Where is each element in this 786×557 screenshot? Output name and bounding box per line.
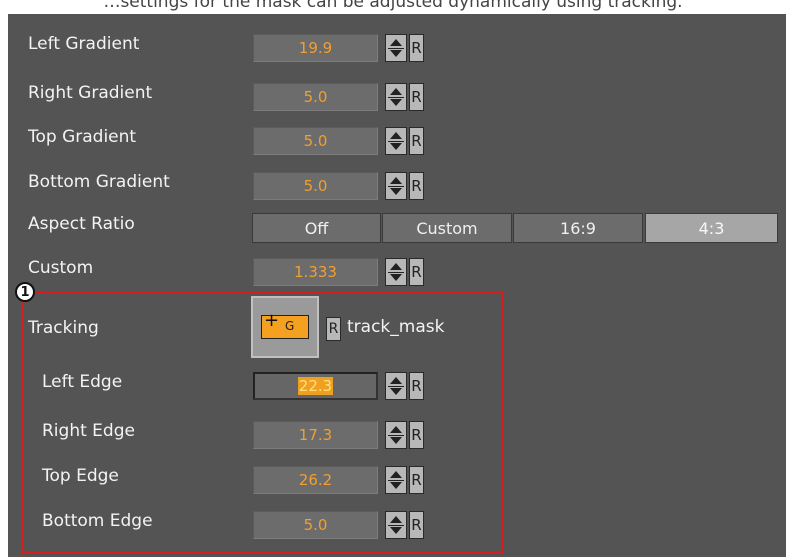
bottom-gradient-label: Bottom Gradient [28, 172, 170, 192]
top-gradient-reset-button[interactable]: R [409, 127, 424, 155]
row-left-gradient: Left Gradient 19.9 R [8, 28, 786, 64]
arrow-up-icon [390, 88, 402, 95]
right-gradient-field[interactable]: 5.0 [253, 83, 378, 111]
arrow-up-icon [390, 132, 402, 139]
arrow-up-icon [390, 177, 402, 184]
arrow-down-icon [390, 274, 402, 281]
row-right-gradient: Right Gradient 5.0 R [8, 77, 786, 113]
arrow-down-icon [390, 50, 402, 57]
callout-badge: 1 [15, 282, 35, 302]
row-aspect-ratio: Aspect Ratio Off Custom 16:9 4:3 [8, 208, 786, 244]
bottom-gradient-spinner[interactable] [385, 172, 407, 200]
tracking-highlight-box [22, 292, 503, 554]
divider [388, 272, 404, 273]
custom-ratio-spinner[interactable] [385, 258, 407, 286]
divider [388, 48, 404, 49]
caption-text: …settings for the mask can be adjusted d… [103, 0, 683, 12]
bottom-gradient-reset-button[interactable]: R [409, 172, 424, 200]
aspect-option-16-9[interactable]: 16:9 [513, 213, 643, 243]
divider [388, 141, 404, 142]
row-top-gradient: Top Gradient 5.0 R [8, 121, 786, 157]
aspect-ratio-label: Aspect Ratio [28, 214, 135, 234]
arrow-up-icon [390, 263, 402, 270]
left-gradient-spinner[interactable] [385, 34, 407, 62]
top-gradient-field[interactable]: 5.0 [253, 127, 378, 155]
custom-label: Custom [28, 258, 94, 278]
right-gradient-spinner[interactable] [385, 83, 407, 111]
row-custom: Custom 1.333 R [8, 252, 786, 288]
arrow-up-icon [390, 39, 402, 46]
arrow-down-icon [390, 99, 402, 106]
aspect-option-off[interactable]: Off [252, 213, 381, 243]
left-gradient-field[interactable]: 19.9 [253, 34, 378, 62]
aspect-option-custom[interactable]: Custom [382, 213, 512, 243]
mask-settings-panel: Left Gradient 19.9 R Right Gradient 5.0 … [8, 14, 786, 557]
divider [388, 97, 404, 98]
top-gradient-label: Top Gradient [28, 127, 137, 147]
row-bottom-gradient: Bottom Gradient 5.0 R [8, 166, 786, 202]
arrow-down-icon [390, 188, 402, 195]
aspect-option-4-3[interactable]: 4:3 [645, 213, 778, 243]
arrow-down-icon [390, 143, 402, 150]
right-gradient-label: Right Gradient [28, 83, 153, 103]
custom-ratio-field[interactable]: 1.333 [253, 258, 378, 286]
left-gradient-label: Left Gradient [28, 34, 140, 54]
left-gradient-reset-button[interactable]: R [409, 34, 424, 62]
right-gradient-reset-button[interactable]: R [409, 83, 424, 111]
bottom-gradient-field[interactable]: 5.0 [253, 172, 378, 200]
custom-ratio-reset-button[interactable]: R [409, 258, 424, 286]
divider [388, 186, 404, 187]
top-gradient-spinner[interactable] [385, 127, 407, 155]
